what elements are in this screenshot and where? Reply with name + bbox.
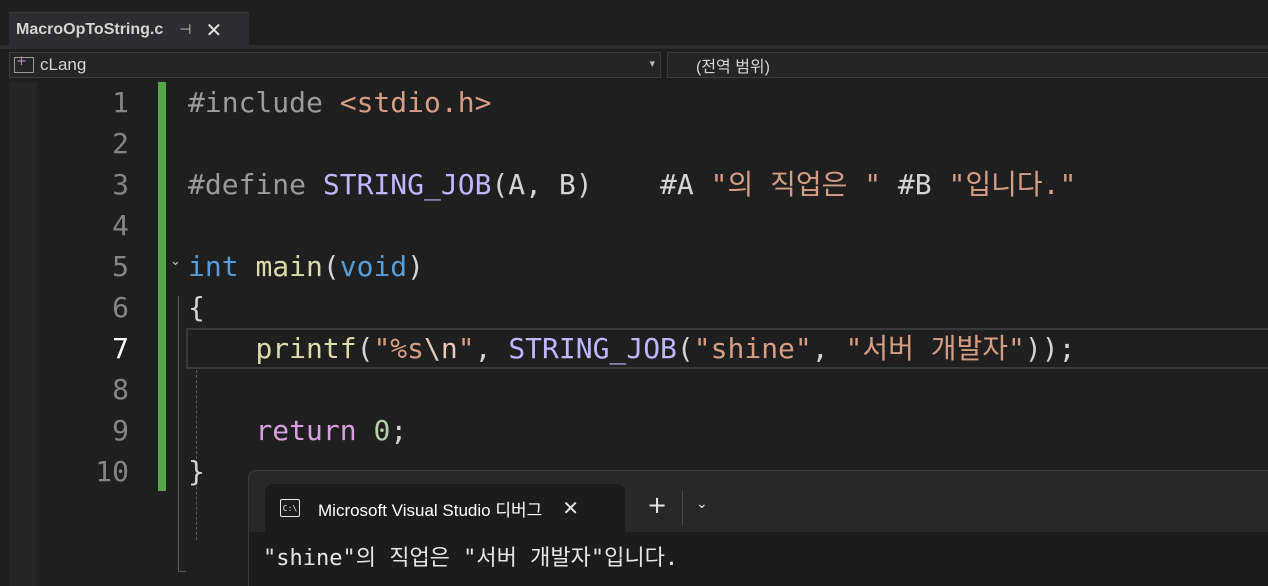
code-token: , xyxy=(811,332,846,365)
code-line[interactable] xyxy=(188,369,1076,410)
line-number: 10 xyxy=(95,455,129,488)
console-tab-title: Microsoft Visual Studio 디버그 xyxy=(318,500,543,520)
debug-console-window[interactable]: C:\ Microsoft Visual Studio 디버그 ✕ + ⌄ "s… xyxy=(248,470,1268,586)
code-line[interactable] xyxy=(188,205,1076,246)
line-number: 5 xyxy=(112,250,129,283)
project-label: cLang xyxy=(40,55,87,74)
line-number: 8 xyxy=(112,373,129,406)
code-line[interactable] xyxy=(188,123,1076,164)
scope-dropdown[interactable]: (전역 범위) xyxy=(667,52,1268,78)
line-number: 9 xyxy=(112,414,129,447)
code-token: ( xyxy=(676,332,694,365)
pin-icon[interactable]: ⊣ xyxy=(179,22,191,38)
code-token: \n xyxy=(424,332,458,365)
editor-margin xyxy=(9,82,37,586)
console-toolbar-divider xyxy=(682,491,683,525)
code-token: } xyxy=(188,455,205,488)
code-line[interactable]: #include <stdio.h> xyxy=(188,82,1076,123)
tab-strip: MacroOpToString.c ⊣ ✕ xyxy=(0,0,1268,49)
code-token: STRING_JOB xyxy=(508,332,677,365)
code-line[interactable]: { xyxy=(188,287,1076,328)
code-token: "shine" xyxy=(693,332,812,365)
line-number: 6 xyxy=(112,291,129,324)
project-icon xyxy=(14,54,34,73)
code-line[interactable]: int main(void) xyxy=(188,246,1076,287)
console-tab[interactable]: C:\ Microsoft Visual Studio 디버그 ✕ xyxy=(265,484,625,532)
code-token: printf xyxy=(255,332,357,365)
fold-chevron-icon[interactable]: ⌄ xyxy=(170,254,181,269)
line-number: 1 xyxy=(112,86,129,119)
code-token: , xyxy=(474,332,509,365)
code-token: "%s xyxy=(373,332,425,365)
close-icon[interactable]: ✕ xyxy=(205,20,222,40)
code-token: STRING_JOB xyxy=(322,168,492,201)
new-tab-plus-icon[interactable]: + xyxy=(647,491,667,519)
close-icon[interactable]: ✕ xyxy=(562,496,579,520)
code-line[interactable]: #define STRING_JOB(A, B) #A "의 직업은 " #B … xyxy=(188,164,1076,205)
chevron-down-icon[interactable]: ⌄ xyxy=(696,496,708,512)
code-token: { xyxy=(188,291,205,324)
terminal-icon: C:\ xyxy=(280,499,300,517)
code-token: "서버 개발자" xyxy=(845,332,1025,365)
line-number: 3 xyxy=(112,168,129,201)
code-token: ; xyxy=(390,414,408,447)
code-text[interactable]: #include <stdio.h> #define STRING_JOB(A, … xyxy=(188,82,1076,492)
code-token: void xyxy=(339,250,408,283)
navigation-bar: cLang ▾ (전역 범위) xyxy=(0,49,1268,82)
code-token: #B xyxy=(881,168,949,201)
code-token: main xyxy=(255,250,323,283)
code-token: return xyxy=(255,414,357,447)
scope-label: (전역 범위) xyxy=(696,59,770,76)
change-tracking-bar xyxy=(158,82,166,491)
code-token: " xyxy=(457,332,475,365)
line-number: 4 xyxy=(112,209,129,242)
code-token: ( xyxy=(322,250,340,283)
code-token: <stdio.h> xyxy=(339,86,492,119)
code-token: "의 직업은 " xyxy=(710,168,882,201)
scope-bracket-line xyxy=(178,296,186,572)
project-dropdown[interactable]: cLang ▾ xyxy=(9,52,661,78)
console-output-area[interactable]: "shine"의 직업은 "서버 개발자"입니다. xyxy=(249,532,1268,586)
code-line[interactable]: return 0; xyxy=(188,410,1076,451)
console-output-text: "shine"의 직업은 "서버 개발자"입니다. xyxy=(263,546,679,571)
code-token: 0 xyxy=(373,414,391,447)
code-token: "입니다." xyxy=(948,168,1077,201)
line-number-gutter: 1 2 3 4 5 6 7 8 9 10 xyxy=(37,82,129,492)
code-token: ( xyxy=(356,332,374,365)
code-token: ) xyxy=(407,250,425,283)
code-token: int xyxy=(188,250,239,283)
chevron-down-icon: ▾ xyxy=(649,57,655,70)
code-token: #include xyxy=(188,86,340,119)
code-token: #define xyxy=(188,168,323,201)
code-line[interactable]: printf("%s\n", STRING_JOB("shine", "서버 개… xyxy=(188,328,1076,369)
document-tab[interactable]: MacroOpToString.c ⊣ ✕ xyxy=(9,12,249,46)
code-token: )); xyxy=(1024,332,1076,365)
document-tab-title: MacroOpToString.c xyxy=(16,20,164,38)
code-token: (A, B) #A xyxy=(491,168,711,201)
line-number: 7 xyxy=(112,332,129,365)
line-number: 2 xyxy=(112,127,129,160)
